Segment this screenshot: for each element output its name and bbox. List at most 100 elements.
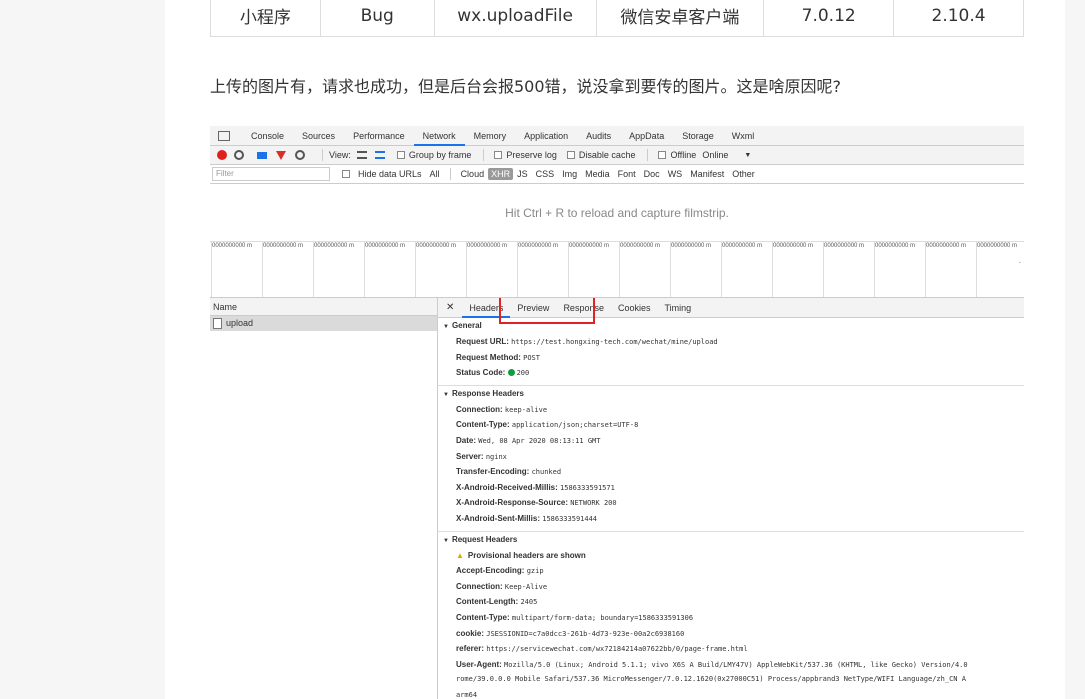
- timeline-gridline: [415, 242, 416, 297]
- filter-type-other[interactable]: Other: [728, 169, 759, 179]
- request-headers-title: Request Headers: [451, 534, 518, 544]
- tab-application[interactable]: Application: [515, 126, 577, 146]
- header-row: Accept-Encoding: gzip: [438, 563, 1024, 579]
- header-row: referer: https://servicewechat.com/wx721…: [438, 641, 1024, 657]
- chevron-down-icon[interactable]: ▼: [744, 152, 751, 159]
- preserve-log-checkbox[interactable]: [494, 151, 503, 159]
- table-cell-type: 小程序: [210, 0, 321, 37]
- timeline-label: 0000000000 m: [977, 243, 1018, 249]
- detail-tab-bar: ✕ Headers Preview Response Cookies Timin…: [438, 298, 1024, 324]
- timeline-label: 0000000000 m: [875, 243, 916, 249]
- inspect-element-icon[interactable]: [218, 130, 230, 141]
- timeline-label: 0000000000 m: [518, 243, 559, 249]
- timeline-gridline: [364, 242, 365, 297]
- table-row: 小程序 Bug wx.uploadFile 微信安卓客户端 7.0.12 2.1…: [210, 0, 1024, 37]
- request-row[interactable]: upload: [210, 316, 437, 331]
- tab-cookies[interactable]: Cookies: [611, 298, 658, 318]
- group-by-frame-checkbox[interactable]: [396, 151, 405, 159]
- filter-input[interactable]: Filter: [212, 167, 330, 181]
- header-key: X-Android-Received-Millis:: [456, 482, 558, 492]
- timeline-label: 0000000000 m: [416, 243, 457, 249]
- tab-sources[interactable]: Sources: [293, 126, 344, 146]
- timeline-gridline: [976, 242, 977, 297]
- filter-type-js[interactable]: JS: [513, 169, 532, 179]
- tab-network[interactable]: Network: [413, 126, 465, 146]
- header-key: Request URL:: [456, 337, 509, 346]
- waterfall-icon[interactable]: [374, 151, 385, 159]
- filter-type-cloud[interactable]: Cloud: [457, 169, 489, 179]
- request-headers-section: ▼ Request Headers ▲ Provisional headers ar…: [438, 532, 1024, 699]
- provisional-warning: ▲ Provisional headers are shown: [438, 548, 1024, 564]
- large-rows-icon[interactable]: [356, 151, 367, 159]
- status-ok-icon: [507, 369, 515, 377]
- tab-console[interactable]: Console: [242, 126, 293, 146]
- header-key: User-Agent:: [456, 659, 502, 669]
- header-value: application/json;charset=UTF-8: [511, 421, 639, 430]
- timeline-label: 0000000000 m: [926, 243, 967, 249]
- search-icon[interactable]: [295, 150, 305, 160]
- filter-divider: [449, 168, 451, 180]
- filmstrip-hint: Hit Ctrl + R to reload and capture films…: [505, 206, 729, 220]
- header-key: referer:: [456, 644, 485, 654]
- header-value: nginx: [485, 452, 507, 461]
- header-key: Content-Type:: [456, 612, 510, 622]
- header-row: Date: Wed, 08 Apr 2020 08:13:11 GMT: [438, 433, 1024, 449]
- clear-icon[interactable]: [234, 150, 244, 160]
- timeline-gridline: [721, 242, 722, 297]
- timeline-label: 0000000000 m: [365, 243, 406, 249]
- header-row: X-Android-Received-Millis: 1586333591571: [438, 480, 1024, 496]
- tab-performance[interactable]: Performance: [344, 126, 414, 146]
- filter-type-css[interactable]: CSS: [532, 169, 559, 179]
- record-icon[interactable]: [217, 150, 227, 160]
- header-value: 2405: [520, 598, 538, 607]
- filter-type-xhr[interactable]: XHR: [488, 168, 514, 180]
- filter-type-ws[interactable]: WS: [664, 169, 687, 179]
- timeline-label: 0000000000 m: [314, 243, 355, 249]
- request-headers-toggle[interactable]: ▼ Request Headers: [438, 532, 1024, 548]
- filter-icon[interactable]: [276, 150, 286, 160]
- header-key: Request Method:: [456, 352, 521, 362]
- tab-storage[interactable]: Storage: [673, 126, 723, 146]
- header-key: Content-Length:: [456, 597, 519, 607]
- header-row: Content-Length: 2405: [438, 594, 1024, 610]
- tab-memory[interactable]: Memory: [465, 126, 516, 146]
- timeline-gridline: [874, 242, 875, 297]
- timeline-gridline: [313, 242, 314, 297]
- timeline-label: 0000000000 m: [569, 243, 610, 249]
- filmstrip-area: Hit Ctrl + R to reload and capture films…: [210, 184, 1024, 242]
- disable-cache-checkbox[interactable]: [566, 151, 575, 159]
- capture-screenshots-icon[interactable]: [257, 151, 267, 159]
- user-agent-continuation: rome/39.0.0.0 Mobile Safari/537.36 Micro…: [456, 675, 966, 684]
- header-value: POST: [523, 353, 540, 362]
- filter-type-font[interactable]: Font: [614, 169, 640, 179]
- filter-type-media[interactable]: Media: [581, 169, 614, 179]
- filter-type-all[interactable]: All: [426, 169, 444, 179]
- timeline-gridline: [823, 242, 824, 297]
- filter-type-manifest[interactable]: Manifest: [686, 169, 728, 179]
- header-row: X-Android-Sent-Millis: 1586333591444: [438, 511, 1024, 527]
- general-section: ▼ General Request URL: https://test.hongx…: [438, 318, 1024, 386]
- hide-data-urls-checkbox[interactable]: [342, 170, 350, 178]
- header-key: Transfer-Encoding:: [456, 467, 530, 477]
- timeline-gridline: [466, 242, 467, 297]
- tab-appdata[interactable]: AppData: [620, 126, 673, 146]
- response-headers-toggle[interactable]: ▼ Response Headers: [438, 386, 1024, 402]
- name-column-header[interactable]: Name: [210, 298, 437, 316]
- warning-icon: ▲: [456, 550, 464, 560]
- tab-audits[interactable]: Audits: [577, 126, 620, 146]
- close-icon[interactable]: ✕: [438, 302, 462, 313]
- filter-type-doc[interactable]: Doc: [640, 169, 664, 179]
- timeline-label: 0000000000 m: [212, 243, 253, 249]
- offline-checkbox[interactable]: [658, 151, 667, 159]
- table-cell-api: wx.uploadFile: [433, 0, 597, 37]
- header-key: Server:: [456, 451, 484, 461]
- tab-wxml[interactable]: Wxml: [723, 126, 764, 146]
- throttling-select[interactable]: Online: [702, 150, 728, 160]
- user-agent-continuation: arm64: [456, 690, 478, 699]
- table-cell-lib-version: 2.10.4: [893, 0, 1024, 37]
- timeline-overview[interactable]: . 0000000000 m 0000000000 m 0000000000 m 00…: [210, 242, 1024, 298]
- tab-timing[interactable]: Timing: [657, 298, 698, 318]
- network-toolbar: View: Group by frame Preserve log Disabl…: [210, 146, 1024, 165]
- header-value: Wed, 08 Apr 2020 08:13:11 GMT: [478, 436, 601, 445]
- filter-type-img[interactable]: Img: [558, 169, 581, 179]
